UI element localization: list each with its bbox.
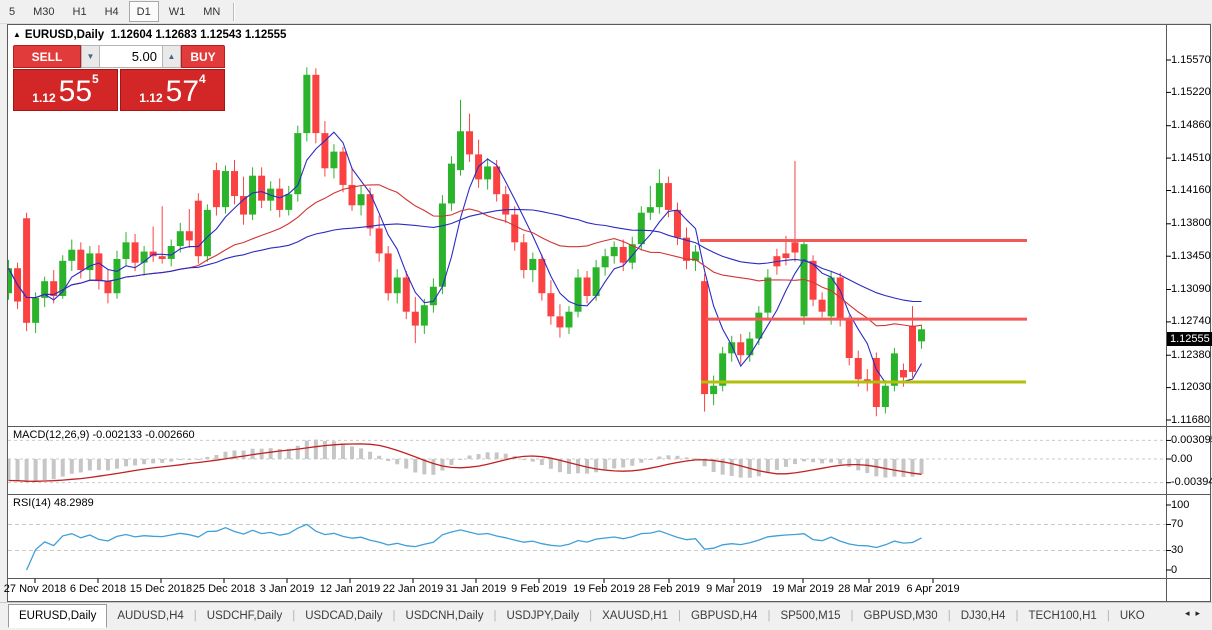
price-axis-label: 1.14160 xyxy=(1171,183,1211,196)
chart-tab-xauusd[interactable]: XAUUSD,H1 xyxy=(592,605,678,627)
chart-tab-usdcnh[interactable]: USDCNH,Daily xyxy=(396,605,494,627)
rsi-axis-label: 70 xyxy=(1171,518,1184,530)
tab-scroll-arrows[interactable]: ◂▸ xyxy=(1185,608,1206,619)
price-axis-label: 1.11680 xyxy=(1171,413,1210,426)
macd-axis-label: 0.00 xyxy=(1171,452,1193,465)
buy-price-display[interactable]: 1.12 57 4 xyxy=(120,69,225,111)
buy-price-pip: 4 xyxy=(199,72,206,86)
chevron-down-icon: ▼ xyxy=(86,52,95,61)
date-axis-label: 19 Mar 2019 xyxy=(772,583,834,595)
chart-ohlc-values: 1.12604 1.12683 1.12543 1.12555 xyxy=(110,29,287,41)
price-axis-label: 1.12030 xyxy=(1171,381,1211,394)
buy-price-prefix: 1.12 xyxy=(139,91,163,105)
sell-price-prefix: 1.12 xyxy=(32,91,56,105)
chart-tab-usdjpy[interactable]: USDJPY,Daily xyxy=(496,605,589,627)
chart-tab-usdchf[interactable]: USDCHF,Daily xyxy=(197,605,292,627)
chart-symbol-label: EURUSD,Daily xyxy=(24,29,105,41)
price-axis-label: 1.12740 xyxy=(1171,315,1211,328)
one-click-trading-widget: SELL ▼ 5.00 ▲ BUY 1.12 55 5 1.12 57 4 xyxy=(13,45,225,111)
current-price-tag: 1.12555 xyxy=(1167,332,1212,347)
rsi-value: 48.2989 xyxy=(53,497,94,509)
sell-price-display[interactable]: 1.12 55 5 xyxy=(13,69,118,111)
rsi-axis-label: 30 xyxy=(1171,544,1184,556)
date-axis-label: 6 Apr 2019 xyxy=(906,583,960,595)
rsi-axis-label: 0 xyxy=(1171,563,1178,576)
macd-axis-label: -0.003947 xyxy=(1171,476,1212,489)
rsi-axis-label: 100 xyxy=(1171,498,1190,511)
price-axis-label: 1.15220 xyxy=(1171,85,1211,98)
volume-increase-button[interactable]: ▲ xyxy=(162,45,181,68)
price-axis-label: 1.13090 xyxy=(1171,283,1211,295)
chart-tab-dj30[interactable]: DJ30,H4 xyxy=(951,605,1016,627)
price-axis-label: 1.14510 xyxy=(1171,151,1211,164)
sell-button[interactable]: SELL xyxy=(13,45,81,68)
chart-tab-bar: EURUSD,Daily AUDUSD,H4 | USDCHF,Daily | USDCA… xyxy=(0,602,1212,629)
window-marker-icon: ▲ xyxy=(13,30,21,39)
rsi-indicator-label: RSI(14) 48.2989 xyxy=(13,497,94,509)
volume-decrease-button[interactable]: ▼ xyxy=(81,45,100,68)
chart-tab-gbpusd[interactable]: GBPUSD,H4 xyxy=(681,605,767,627)
chart-tab-tech100[interactable]: TECH100,H1 xyxy=(1018,605,1106,627)
chart-tab-audusd[interactable]: AUDUSD,H4 xyxy=(107,605,193,627)
price-axis-label: 1.12380 xyxy=(1171,348,1211,361)
chart-tab-sp500[interactable]: SP500,M15 xyxy=(770,605,850,627)
macd-axis-label: 0.003095 xyxy=(1171,433,1212,446)
chart-tab-usdcad[interactable]: USDCAD,Daily xyxy=(295,605,392,627)
price-axis-label: 1.15570 xyxy=(1171,53,1211,66)
price-axis-label: 1.13450 xyxy=(1171,249,1211,262)
chart-tab-eurusd[interactable]: EURUSD,Daily xyxy=(8,604,108,628)
date-axis-label: 9 Mar 2019 xyxy=(706,583,762,595)
sell-price-pip: 5 xyxy=(92,72,99,86)
chart-title: ▲ EURUSD,Daily 1.12604 1.12683 1.12543 1.… xyxy=(13,29,286,41)
sell-price-main: 55 xyxy=(58,75,93,108)
buy-price-main: 57 xyxy=(165,75,200,108)
macd-values: -0.002133 -0.002660 xyxy=(92,429,195,441)
volume-input[interactable]: 5.00 xyxy=(100,45,162,68)
scroll-right-icon[interactable]: ▸ xyxy=(1195,608,1206,618)
chevron-up-icon: ▲ xyxy=(167,52,176,61)
price-axis-label: 1.13800 xyxy=(1171,217,1211,230)
scroll-left-icon[interactable]: ◂ xyxy=(1185,608,1196,618)
price-axis-label: 1.14860 xyxy=(1171,119,1211,132)
chart-tab-uko[interactable]: UKO xyxy=(1110,605,1155,627)
buy-button[interactable]: BUY xyxy=(181,45,225,68)
macd-indicator-label: MACD(12,26,9) -0.002133 -0.002660 xyxy=(13,429,195,441)
chart-tab-gbpusd[interactable]: GBPUSD,M30 xyxy=(854,605,948,627)
